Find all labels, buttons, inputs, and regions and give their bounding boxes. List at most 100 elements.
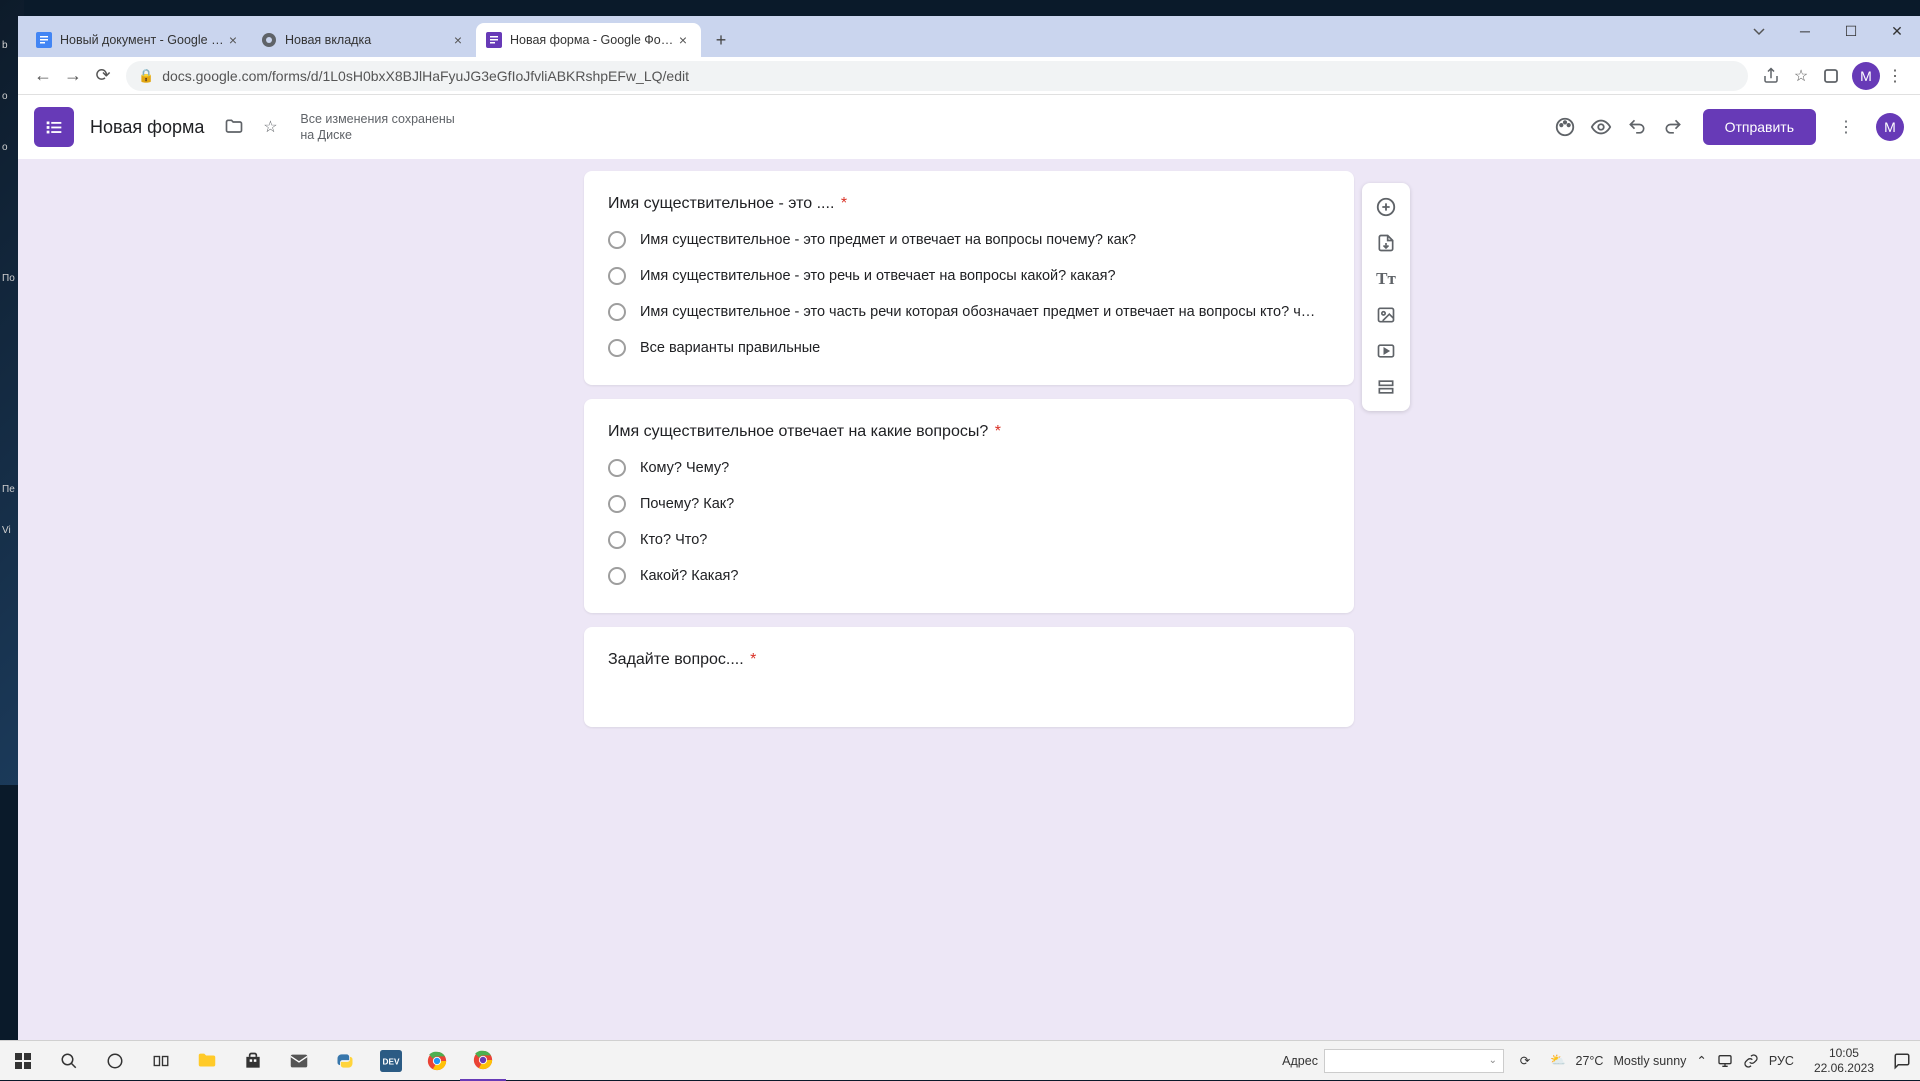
form-canvas[interactable]: Имя существительное - это .... * Имя сущ… (18, 159, 1920, 1080)
star-icon[interactable]: ☆ (252, 109, 288, 145)
send-button[interactable]: Отправить (1703, 109, 1816, 145)
display-icon[interactable] (1717, 1053, 1733, 1069)
radio-icon (608, 459, 626, 477)
minimize-button[interactable]: ─ (1782, 16, 1828, 46)
forms-logo-icon[interactable] (34, 107, 74, 147)
question-card[interactable]: Имя существительное - это .... * Имя сущ… (584, 171, 1354, 385)
question-title[interactable]: Имя существительное - это .... * (608, 195, 1330, 213)
search-icon[interactable] (46, 1041, 92, 1081)
lock-icon: 🔒 (138, 68, 154, 84)
add-image-icon[interactable] (1368, 297, 1404, 333)
language-indicator[interactable]: РУС (1769, 1054, 1794, 1068)
move-to-folder-icon[interactable] (216, 109, 252, 145)
question-title[interactable]: Имя существительное отвечает на какие во… (608, 423, 1330, 441)
address-combobox[interactable]: ⌄ (1324, 1049, 1504, 1073)
url-input[interactable]: 🔒 docs.google.com/forms/d/1L0sH0bxX8BJlH… (126, 61, 1748, 91)
tray-chevron-icon[interactable]: ⌃ (1696, 1053, 1706, 1068)
tab-docs[interactable]: Новый документ - Google Доку × (26, 23, 251, 57)
save-status: Все изменения сохранены на Диске (300, 111, 454, 144)
store-icon[interactable] (230, 1041, 276, 1081)
extensions-icon[interactable] (1816, 61, 1846, 91)
add-question-icon[interactable] (1368, 189, 1404, 225)
radio-icon (608, 339, 626, 357)
tab-forms[interactable]: Новая форма - Google Формы × (476, 23, 701, 57)
radio-icon (608, 495, 626, 513)
url-text: docs.google.com/forms/d/1L0sH0bxX8BJlHaF… (162, 68, 689, 84)
radio-icon (608, 531, 626, 549)
chrome-icon (261, 32, 277, 48)
radio-option[interactable]: Имя существительное - это часть речи кот… (608, 303, 1330, 321)
radio-option[interactable]: Имя существительное - это речь и отвечае… (608, 267, 1330, 285)
tab-title: Новая вкладка (285, 33, 450, 47)
question-card[interactable]: Задайте вопрос.... * (584, 627, 1354, 727)
question-toolbar: Тт (1362, 183, 1410, 411)
radio-icon (608, 231, 626, 249)
browser-window: Новый документ - Google Доку × Новая вкл… (18, 16, 1920, 1080)
chrome-icon[interactable] (414, 1041, 460, 1081)
radio-option[interactable]: Кто? Что? (608, 531, 1330, 549)
new-tab-button[interactable]: + (707, 26, 735, 54)
bookmark-icon[interactable]: ☆ (1786, 61, 1816, 91)
radio-option[interactable]: Все варианты правильные (608, 339, 1330, 357)
address-refresh-icon[interactable]: ⟳ (1510, 1041, 1540, 1081)
add-section-icon[interactable] (1368, 369, 1404, 405)
clock[interactable]: 10:05 22.06.2023 (1804, 1046, 1884, 1075)
weather-temp[interactable]: 27°C (1576, 1054, 1604, 1068)
tab-newtab[interactable]: Новая вкладка × (251, 23, 476, 57)
close-icon[interactable]: × (675, 32, 691, 48)
weather-icon[interactable]: ⛅ (1550, 1053, 1566, 1068)
svg-text:DEV: DEV (383, 1057, 400, 1066)
radio-icon (608, 567, 626, 585)
address-bar: ← → ⟳ 🔒 docs.google.com/forms/d/1L0sH0bx… (18, 57, 1920, 95)
radio-icon (608, 303, 626, 321)
close-icon[interactable]: × (225, 32, 241, 48)
question-card[interactable]: Имя существительное отвечает на какие во… (584, 399, 1354, 613)
chrome-active-icon[interactable] (460, 1041, 506, 1081)
tab-title: Новая форма - Google Формы (510, 33, 675, 47)
question-title[interactable]: Задайте вопрос.... * (608, 651, 1330, 669)
python-icon[interactable] (322, 1041, 368, 1081)
link-icon[interactable] (1743, 1053, 1759, 1069)
docs-icon (36, 32, 52, 48)
reload-button[interactable]: ⟳ (88, 61, 118, 91)
start-button[interactable] (0, 1041, 46, 1081)
tabsearch-icon[interactable] (1736, 16, 1782, 46)
profile-avatar[interactable]: М (1852, 62, 1880, 90)
maximize-button[interactable]: ☐ (1828, 16, 1874, 46)
weather-desc[interactable]: Mostly sunny (1613, 1054, 1686, 1068)
redo-icon[interactable] (1655, 109, 1691, 145)
undo-icon[interactable] (1619, 109, 1655, 145)
import-questions-icon[interactable] (1368, 225, 1404, 261)
windows-taskbar: DEV Адрес ⌄ ⟳ ⛅ 27°C Mostly sunny ⌃ РУС … (0, 1040, 1920, 1080)
window-controls: ─ ☐ ✕ (1736, 16, 1920, 46)
file-explorer-icon[interactable] (184, 1041, 230, 1081)
add-video-icon[interactable] (1368, 333, 1404, 369)
form-title-input[interactable]: Новая форма (90, 117, 204, 138)
task-view-icon[interactable] (138, 1041, 184, 1081)
customize-theme-icon[interactable] (1547, 109, 1583, 145)
more-icon[interactable]: ⋮ (1828, 109, 1864, 145)
preview-icon[interactable] (1583, 109, 1619, 145)
forward-button[interactable]: → (58, 61, 88, 91)
mail-icon[interactable] (276, 1041, 322, 1081)
system-tray: ⛅ 27°C Mostly sunny ⌃ РУС (1540, 1053, 1804, 1069)
account-avatar[interactable]: М (1876, 113, 1904, 141)
radio-option[interactable]: Почему? Как? (608, 495, 1330, 513)
cortana-icon[interactable] (92, 1041, 138, 1081)
forms-header: Новая форма ☆ Все изменения сохранены на… (18, 95, 1920, 159)
address-label: Адрес (1282, 1054, 1318, 1068)
devcpp-icon[interactable]: DEV (368, 1041, 414, 1081)
menu-icon[interactable]: ⋮ (1880, 61, 1910, 91)
radio-option[interactable]: Имя существительное - это предмет и отве… (608, 231, 1330, 249)
close-icon[interactable]: × (450, 32, 466, 48)
back-button[interactable]: ← (28, 61, 58, 91)
notifications-icon[interactable] (1884, 1041, 1920, 1081)
share-icon[interactable] (1756, 61, 1786, 91)
tab-title: Новый документ - Google Доку (60, 33, 225, 47)
radio-option[interactable]: Кому? Чему? (608, 459, 1330, 477)
radio-icon (608, 267, 626, 285)
radio-option[interactable]: Какой? Какая? (608, 567, 1330, 585)
add-title-icon[interactable]: Тт (1368, 261, 1404, 297)
forms-icon (486, 32, 502, 48)
close-button[interactable]: ✕ (1874, 16, 1920, 46)
